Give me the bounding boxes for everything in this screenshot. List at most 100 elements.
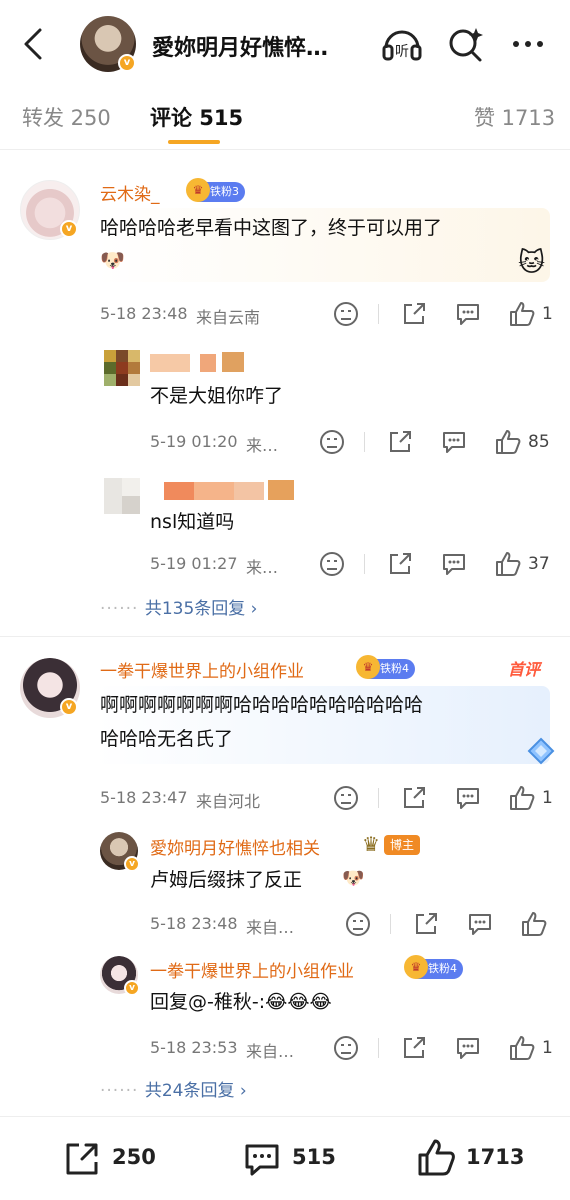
like-count: 85 — [528, 432, 550, 452]
dislike-icon[interactable] — [332, 784, 360, 812]
reply-text: nsl知道吗 — [150, 511, 235, 533]
ai-search-icon[interactable] — [444, 22, 488, 66]
divider — [364, 432, 365, 452]
chevron-right-icon: › — [245, 599, 258, 619]
blurred-username[interactable] — [164, 480, 298, 502]
share-icon[interactable] — [400, 1034, 428, 1062]
view-more-replies[interactable]: ······ 共135条回复 › — [100, 594, 257, 619]
cat-decoration-icon: 🐱 — [518, 248, 546, 278]
top-bar: v 愛妳明月好憔悴… 听 — [0, 0, 570, 90]
blurred-avatar[interactable] — [104, 350, 140, 386]
like-icon[interactable] — [494, 428, 522, 456]
repost-count[interactable]: 250 — [112, 1145, 156, 1169]
tab-likes[interactable]: 赞 1713 — [474, 102, 555, 132]
repost-icon[interactable] — [62, 1139, 102, 1179]
share-icon[interactable] — [386, 428, 414, 456]
share-icon[interactable] — [386, 550, 414, 578]
like-total[interactable]: 1713 — [466, 1145, 524, 1169]
active-tab-indicator — [168, 140, 220, 144]
like-icon[interactable] — [508, 300, 536, 328]
crown-icon: ♛ — [186, 178, 210, 202]
dislike-icon[interactable] — [318, 428, 346, 456]
like-icon[interactable] — [508, 1034, 536, 1062]
reply-text: 卢姆后缀抹了反正 — [150, 869, 303, 891]
share-icon[interactable] — [400, 300, 428, 328]
comment-time: 5-18 23:48 — [100, 304, 188, 323]
blurred-username[interactable] — [150, 352, 250, 374]
more-icon[interactable] — [506, 22, 550, 66]
fan-badge-label: 铁粉3 — [210, 185, 239, 198]
page-title[interactable]: 愛妳明月好憔悴… — [152, 30, 328, 62]
comment-count[interactable]: 515 — [292, 1145, 336, 1169]
reply-time: 5-18 23:48 — [150, 914, 238, 933]
like-count: 37 — [528, 554, 550, 574]
reply-icon[interactable] — [440, 428, 468, 456]
reply-icon[interactable] — [466, 910, 494, 938]
share-icon[interactable] — [412, 910, 440, 938]
commenter-name[interactable]: 云木染_ — [100, 180, 160, 205]
more-replies-label: 共24条回复 — [144, 1081, 235, 1101]
fan-badge-label: 铁粉4 — [380, 662, 409, 675]
reply-time: 5-19 01:20 — [150, 432, 238, 451]
reply-text: 回复@-稚秋-:😂😂😂 — [150, 991, 332, 1013]
like-icon[interactable] — [520, 910, 548, 938]
fan-badge: ♛ 铁粉3 — [186, 178, 245, 202]
dotted-line-icon: ······ — [100, 599, 145, 619]
comment-text-line1: 啊啊啊啊啊啊啊哈哈哈哈哈哈哈哈哈哈 — [100, 694, 424, 716]
listen-icon[interactable]: 听 — [380, 22, 424, 66]
back-icon[interactable] — [14, 22, 54, 66]
like-icon[interactable] — [494, 550, 522, 578]
reply-location: 来自… — [246, 1042, 295, 1061]
divider — [378, 304, 379, 324]
share-icon[interactable] — [400, 784, 428, 812]
like-count: 1 — [542, 788, 553, 808]
reply-location: 来自… — [246, 918, 295, 937]
author-name[interactable]: 愛妳明月好憔悴也相关 — [150, 834, 320, 859]
fan-badge-label: 铁粉4 — [428, 962, 457, 975]
tab-bar: 转发 250 评论 515 赞 1713 — [0, 90, 570, 150]
comment-icon[interactable] — [242, 1139, 282, 1179]
dislike-icon[interactable] — [332, 1034, 360, 1062]
comment-location: 来自云南 — [196, 308, 261, 327]
first-comment-tag: 首评 — [508, 660, 541, 679]
diamond-decoration-icon — [526, 736, 556, 766]
commenter-name[interactable]: 一拳干爆世界上的小组作业 — [100, 657, 304, 682]
verified-badge-icon: v — [124, 856, 140, 872]
verified-badge-icon: v — [60, 698, 78, 716]
divider — [378, 1038, 379, 1058]
dotted-line-icon: ······ — [100, 1081, 145, 1101]
reply-icon[interactable] — [440, 550, 468, 578]
dislike-icon[interactable] — [344, 910, 372, 938]
view-more-replies[interactable]: ······ 共24条回复 › — [100, 1076, 247, 1101]
bottom-action-bar: 250 515 1713 — [0, 1116, 570, 1200]
author-badge: 博主 — [384, 835, 421, 855]
comment-location: 来自河北 — [196, 792, 261, 811]
comment-divider — [0, 636, 570, 637]
verified-badge-icon: v — [124, 980, 140, 996]
dislike-icon[interactable] — [318, 550, 346, 578]
verified-badge-icon: v — [118, 54, 136, 72]
like-icon[interactable] — [416, 1137, 458, 1179]
reply-icon[interactable] — [454, 300, 482, 328]
more-replies-label: 共135条回复 — [144, 599, 246, 619]
tab-comments[interactable]: 评论 515 — [150, 102, 243, 132]
comment-text: 哈哈哈哈老早看中这图了，终于可以用了 — [100, 217, 443, 239]
reply-time: 5-18 23:53 — [150, 1038, 238, 1057]
crown-icon: ♛ — [356, 655, 380, 679]
dislike-icon[interactable] — [332, 300, 360, 328]
crown-icon: ♛ — [404, 955, 428, 979]
weibo-comment-page: v 愛妳明月好憔悴… 听 转发 250 评论 515 赞 1713 v 云木染_… — [0, 0, 570, 1200]
chevron-right-icon: › — [234, 1081, 247, 1101]
like-icon[interactable] — [508, 784, 536, 812]
divider — [378, 788, 379, 808]
commenter-name[interactable]: 一拳干爆世界上的小组作业 — [150, 957, 354, 982]
blurred-avatar[interactable] — [104, 478, 140, 514]
reply-text: 不是大姐你咋了 — [150, 385, 284, 407]
reply-icon[interactable] — [454, 784, 482, 812]
divider — [390, 914, 391, 934]
tab-repost[interactable]: 转发 250 — [22, 102, 111, 132]
divider — [364, 554, 365, 574]
crown-icon: ♛ — [362, 832, 380, 856]
reply-icon[interactable] — [454, 1034, 482, 1062]
doge-emoji-icon: 🐶 — [342, 868, 365, 889]
